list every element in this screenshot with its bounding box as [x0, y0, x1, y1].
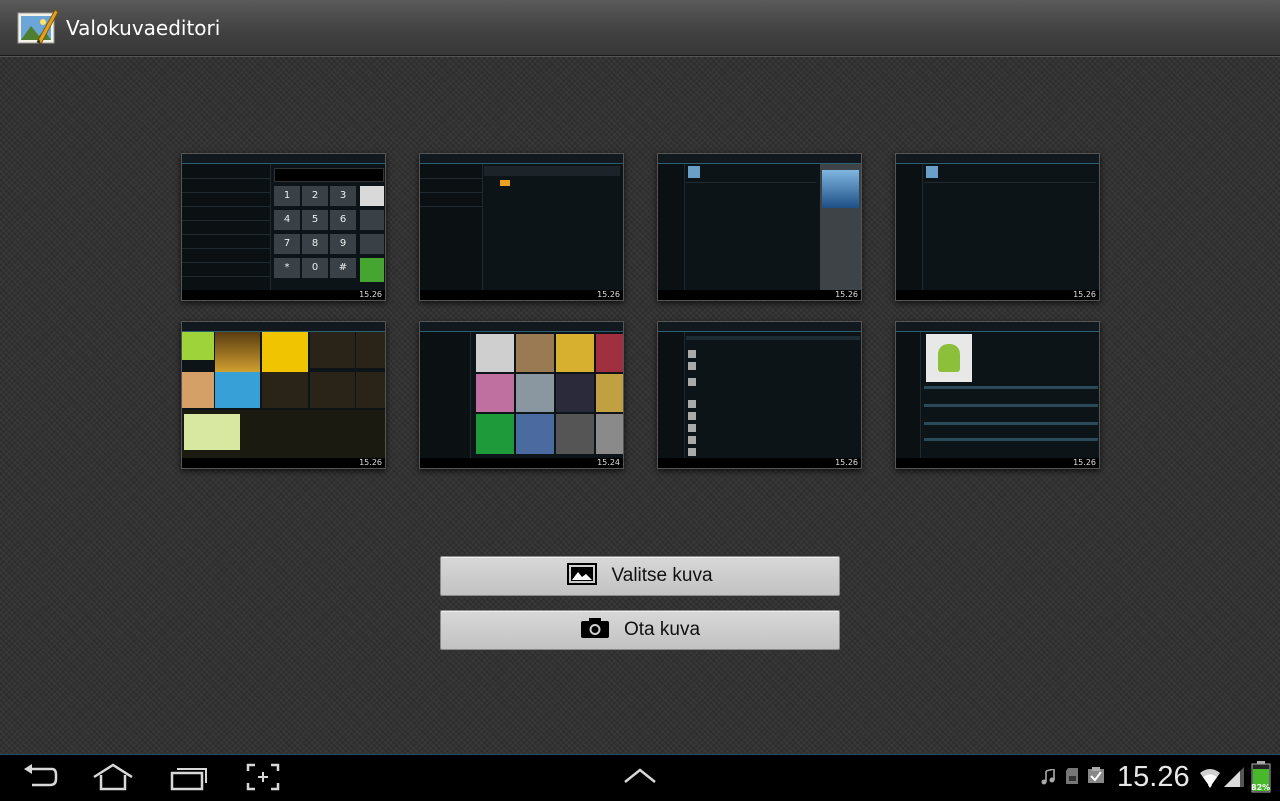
- thumbnail-contact-detail[interactable]: 15.26: [895, 321, 1100, 469]
- image-icon: [567, 563, 598, 589]
- album-art: [822, 170, 859, 208]
- screenshot-icon[interactable]: [246, 763, 280, 795]
- android-icon: [938, 344, 960, 372]
- dial-key: 2: [302, 186, 328, 206]
- clipboard-check-icon: [1087, 766, 1105, 788]
- choose-image-button[interactable]: Valitse kuva: [440, 556, 840, 596]
- thumbnail-contacts-list[interactable]: 15.26: [657, 321, 862, 469]
- signal-icon: [1224, 763, 1246, 793]
- back-icon[interactable]: [22, 763, 58, 795]
- dial-key: 6: [330, 210, 356, 230]
- dial-key: 9: [330, 234, 356, 254]
- recent-apps-icon[interactable]: [170, 763, 208, 795]
- thumbnail-music-library[interactable]: 15.26: [895, 153, 1100, 301]
- clock: 15.26: [1117, 761, 1190, 793]
- dial-key: 1: [274, 186, 300, 206]
- dial-key: 5: [302, 210, 328, 230]
- home-icon[interactable]: [92, 763, 134, 795]
- app-title: Valokuvaeditori: [66, 16, 221, 40]
- contact-photo: [926, 334, 972, 382]
- thumbnail-dialer[interactable]: 1 2 3 4 5 6 7 8 9 * 0 # 15.26: [181, 153, 386, 301]
- call-key: [360, 258, 384, 282]
- dial-key: 0: [302, 258, 328, 278]
- thumb-contact-list: [182, 164, 271, 290]
- choose-image-label: Valitse kuva: [611, 565, 713, 586]
- wifi-icon: [1198, 763, 1222, 793]
- action-bar: Valokuvaeditori: [0, 0, 1280, 56]
- app-icon[interactable]: [17, 6, 59, 46]
- thumb-status-bar: [182, 154, 385, 164]
- thumbnail-artists-grid[interactable]: 15.24: [419, 321, 624, 469]
- dial-key: 3: [330, 186, 356, 206]
- battery-percent: 82%: [1251, 783, 1271, 792]
- folder-icon: [500, 180, 510, 186]
- thumbnail-game-store[interactable]: 15.26: [181, 321, 386, 469]
- dial-key: #: [330, 258, 356, 278]
- take-image-button[interactable]: Ota kuva: [440, 610, 840, 650]
- now-playing-panel: [820, 164, 861, 290]
- dial-key: 7: [274, 234, 300, 254]
- thumbnail-music-player[interactable]: 15.26: [657, 153, 862, 301]
- chevron-up-icon[interactable]: [623, 767, 657, 789]
- dial-key: 4: [274, 210, 300, 230]
- sd-card-icon: [1064, 767, 1080, 789]
- camera-icon: [580, 617, 610, 643]
- take-image-label: Ota kuva: [623, 619, 701, 640]
- music-note-icon: [1040, 767, 1056, 789]
- system-bar: 15.26 82%: [0, 754, 1280, 801]
- dial-key: *: [274, 258, 300, 278]
- dial-key: 8: [302, 234, 328, 254]
- thumbnail-files[interactable]: 15.26: [419, 153, 624, 301]
